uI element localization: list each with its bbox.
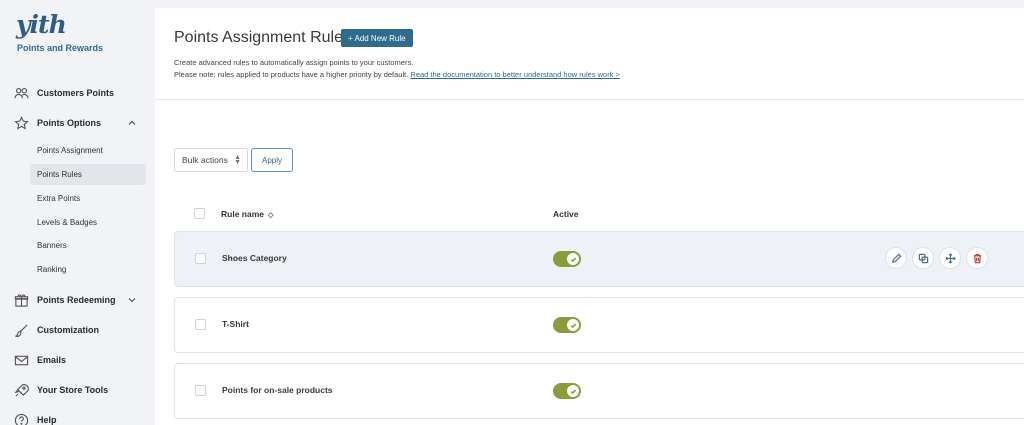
select-all-checkbox[interactable] [194, 208, 205, 219]
move-icon [944, 252, 956, 264]
sidebar-subitem-levels-badges[interactable]: Levels & Badges [30, 212, 146, 233]
table-row[interactable]: Points for on-sale products [174, 363, 1024, 419]
column-header-rule-name[interactable]: Rule name ◇ [221, 209, 273, 219]
bulk-actions-value: Bulk actions [182, 155, 228, 165]
gift-icon [14, 293, 29, 308]
star-icon [14, 115, 29, 131]
table-row[interactable]: Shoes Category [174, 231, 1024, 287]
add-new-rule-button[interactable]: + Add New Rule [341, 29, 413, 47]
sidebar-item-store-tools[interactable]: Your Store Tools [14, 379, 144, 401]
sidebar: yith Points and Rewards Customers Points… [0, 0, 155, 425]
move-button[interactable] [939, 247, 961, 269]
rule-name[interactable]: Shoes Category [222, 253, 287, 263]
users-icon [14, 86, 29, 101]
row-actions [885, 247, 988, 269]
rule-name[interactable]: Points for on-sale products [222, 385, 333, 395]
select-arrows-icon: ▲ ▼ [234, 154, 241, 166]
mail-icon [14, 353, 29, 368]
active-toggle[interactable] [553, 383, 581, 399]
documentation-link[interactable]: Read the documentation to better underst… [410, 70, 620, 79]
sidebar-item-customers-points[interactable]: Customers Points [14, 82, 144, 104]
description-note: Please note: rules applied to products h… [174, 70, 409, 79]
check-icon [567, 319, 579, 331]
sidebar-item-label: Customization [37, 325, 99, 335]
page-header: Points Assignment Rules + Add New Rule C… [155, 8, 1024, 100]
sidebar-subitem-points-assignment[interactable]: Points Assignment [30, 140, 146, 161]
sidebar-item-help[interactable]: Help [14, 409, 144, 425]
check-icon [567, 385, 579, 397]
pencil-icon [891, 253, 901, 263]
sidebar-item-label: Customers Points [37, 88, 115, 98]
sidebar-item-label: Points Options [37, 118, 101, 128]
rocket-icon [14, 383, 29, 398]
description-line-1: Create advanced rules to automatically a… [174, 58, 414, 67]
row-checkbox[interactable] [195, 385, 206, 396]
duplicate-button[interactable] [912, 247, 934, 269]
sidebar-subitem-extra-points[interactable]: Extra Points [30, 188, 146, 209]
sidebar-item-label: Your Store Tools [37, 385, 109, 395]
sidebar-item-points-options[interactable]: Points Options [14, 112, 144, 134]
check-icon [567, 253, 579, 265]
row-checkbox[interactable] [195, 253, 206, 264]
description-line-2: Please note: rules applied to products h… [174, 69, 620, 81]
table-row[interactable]: T-Shirt [174, 297, 1024, 353]
page-description: Create advanced rules to automatically a… [174, 57, 620, 81]
yith-logo: yith [16, 10, 67, 39]
copy-icon [918, 253, 928, 263]
sidebar-item-label: Points Redeeming [37, 295, 116, 305]
active-toggle[interactable] [553, 251, 581, 267]
sidebar-item-points-redeeming[interactable]: Points Redeeming [14, 289, 144, 311]
bulk-actions-select[interactable]: Bulk actions ▲ ▼ [174, 148, 248, 172]
apply-button[interactable]: Apply [251, 148, 293, 172]
sidebar-item-customization[interactable]: Customization [14, 319, 144, 341]
active-toggle[interactable] [553, 317, 581, 333]
chevron-down-icon[interactable] [126, 294, 138, 306]
row-checkbox[interactable] [195, 319, 206, 330]
rule-name[interactable]: T-Shirt [222, 319, 249, 329]
main-panel: Points Assignment Rules + Add New Rule C… [155, 8, 1024, 425]
delete-button[interactable] [966, 247, 988, 269]
sidebar-subitem-banners[interactable]: Banners [30, 235, 146, 256]
sidebar-item-label: Emails [37, 355, 67, 365]
chevron-up-icon[interactable] [126, 117, 138, 129]
edit-button[interactable] [885, 247, 907, 269]
sidebar-item-label: Help [37, 415, 57, 425]
plugin-name: Points and Rewards [17, 43, 104, 53]
brush-icon [14, 323, 29, 338]
sidebar-item-emails[interactable]: Emails [14, 349, 144, 371]
column-header-active: Active [553, 209, 579, 219]
sort-icon[interactable]: ◇ [268, 211, 273, 219]
sidebar-subitem-ranking[interactable]: Ranking [30, 259, 146, 280]
page-title: Points Assignment Rules [174, 29, 351, 46]
help-icon [14, 413, 29, 425]
sidebar-subitem-points-rules[interactable]: Points Rules [30, 164, 146, 185]
trash-icon [973, 253, 981, 263]
